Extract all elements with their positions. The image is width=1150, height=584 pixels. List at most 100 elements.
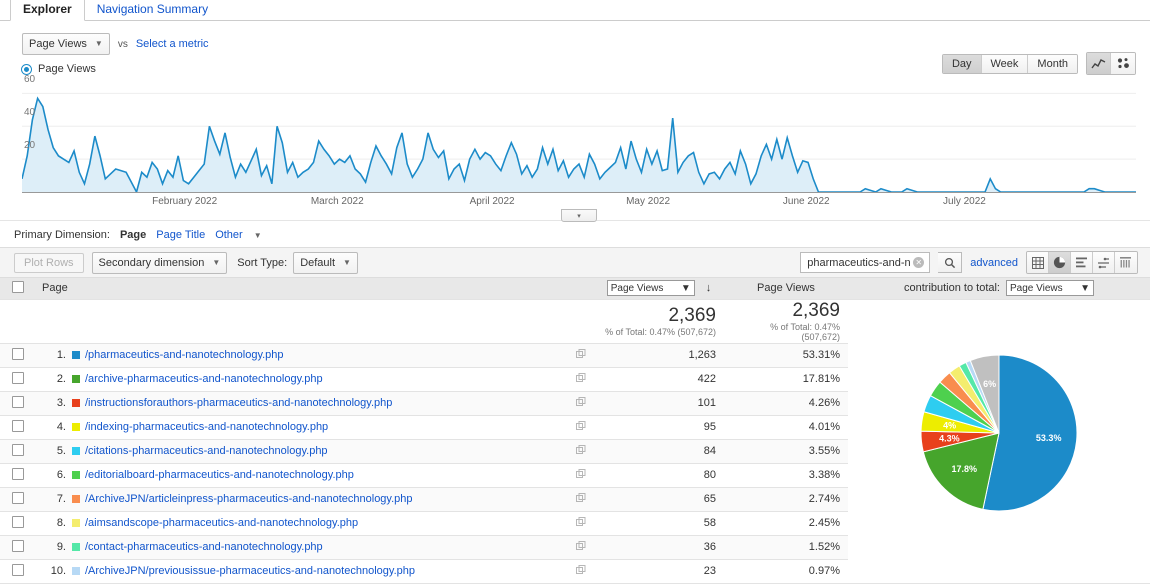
primary-dimension-label: Primary Dimension: [14,229,110,241]
row-index: 6. [44,469,66,481]
primary-dimension-other-label: Other [215,229,243,241]
row-metric-cell: 23 [594,559,724,583]
row-page-cell: 4./indexing-pharmaceutics-and-nanotechno… [36,415,594,439]
pie-slice-label: 4.3% [939,433,960,443]
x-tick-feb: February 2022 [152,196,217,207]
open-in-new-icon[interactable] [576,349,586,362]
row-page-cell: 1./pharmaceutics-and-nanotechnology.php [36,343,594,367]
row-checkbox[interactable] [12,420,24,432]
row-checkbox[interactable] [12,540,24,552]
timeline-x-axis: February 2022 March 2022 April 2022 May … [22,192,1136,212]
row-page-link[interactable]: /indexing-pharmaceutics-and-nanotechnolo… [85,421,328,433]
column-header-contribution: contribution to total: Page Views ▼ [848,278,1150,299]
vs-label: vs [118,39,128,50]
totals-page-cell [36,299,594,343]
sort-type-select[interactable]: Default ▼ [293,252,358,274]
row-checkbox[interactable] [12,492,24,504]
open-in-new-icon[interactable] [576,373,586,386]
row-page-link[interactable]: /contact-pharmaceutics-and-nanotechnolog… [85,541,323,553]
column-header-page[interactable]: Page [36,278,594,299]
secondary-dimension-select[interactable]: Secondary dimension ▼ [92,252,228,274]
select-a-metric-link[interactable]: Select a metric [136,38,209,50]
row-metric-cell: 65 [594,487,724,511]
row-pct-cell: 1.52% [724,535,848,559]
performance-view-icon[interactable] [1071,252,1093,273]
row-page-link[interactable]: /archive-pharmaceutics-and-nanotechnolog… [85,373,323,385]
row-checkbox-cell [0,511,36,535]
sort-type-label: Sort Type: [237,257,287,269]
row-metric-cell: 1,263 [594,343,724,367]
plot-rows-button[interactable]: Plot Rows [14,253,84,273]
pages-table-head: Page Page Views ▼ ↓ Page Views contribut… [0,278,1150,299]
open-in-new-icon[interactable] [576,493,586,506]
row-page-link[interactable]: /pharmaceutics-and-nanotechnology.php [85,349,284,361]
open-in-new-icon[interactable] [576,541,586,554]
row-checkbox[interactable] [12,372,24,384]
pivot-view-icon[interactable] [1115,252,1137,273]
row-color-swatch [72,375,80,383]
legend-label-page-views: Page Views [38,63,96,75]
pages-table-body: 2,369 % of Total: 0.47% (507,672) 2,369 … [0,299,1150,583]
row-pct-cell: 3.38% [724,463,848,487]
granularity-week[interactable]: Week [982,55,1029,73]
row-index: 8. [44,517,66,529]
row-pct-cell: 4.01% [724,415,848,439]
tab-navigation-summary[interactable]: Navigation Summary [85,0,220,20]
row-checkbox-cell [0,535,36,559]
secondary-dimension-label: Secondary dimension [99,257,205,269]
advanced-link[interactable]: advanced [970,257,1018,269]
row-pct-cell: 2.74% [724,487,848,511]
open-in-new-icon[interactable] [576,517,586,530]
row-checkbox-cell [0,391,36,415]
motion-chart-icon[interactable] [1111,53,1135,74]
row-page-link[interactable]: /editorialboard-pharmaceutics-and-nanote… [85,469,354,481]
column-header-page-views[interactable]: Page Views [724,278,848,299]
row-checkbox[interactable] [12,468,24,480]
clear-search-icon[interactable]: ✕ [913,257,924,268]
open-in-new-icon[interactable] [576,421,586,434]
line-chart-icon[interactable] [1087,53,1111,74]
metric-column-select[interactable]: Page Views ▼ [607,280,695,296]
row-metric-cell: 84 [594,439,724,463]
row-page-link[interactable]: /aimsandscope-pharmaceutics-and-nanotech… [85,517,358,529]
contribution-select[interactable]: Page Views ▼ [1006,280,1094,296]
timeline-chart-svg [22,77,1136,192]
row-checkbox[interactable] [12,564,24,576]
primary-dimension-other[interactable]: Other ▼ [215,229,262,241]
pie-view-icon[interactable] [1049,252,1071,273]
granularity-day[interactable]: Day [943,55,982,73]
primary-dimension-page[interactable]: Page [120,229,146,241]
search-input[interactable] [805,256,913,270]
comparison-view-icon[interactable] [1093,252,1115,273]
row-checkbox[interactable] [12,444,24,456]
select-all-checkbox[interactable] [12,281,24,293]
row-page-link[interactable]: /ArchiveJPN/articleinpress-pharmaceutics… [85,493,413,505]
sort-descending-icon[interactable]: ↓ [706,282,712,294]
open-in-new-icon[interactable] [576,565,586,578]
open-in-new-icon[interactable] [576,469,586,482]
row-checkbox[interactable] [12,516,24,528]
table-view-icon[interactable] [1027,252,1049,273]
row-page-link[interactable]: /instructionsforauthors-pharmaceutics-an… [85,397,392,409]
contribution-pie-chart[interactable]: 53.3%17.8%4.3%4%6% [879,335,1119,545]
row-page-link[interactable]: /ArchiveJPN/previousissue-pharmaceutics-… [85,565,415,577]
row-checkbox[interactable] [12,396,24,408]
row-page-link[interactable]: /citations-pharmaceutics-and-nanotechnol… [85,445,328,457]
tab-explorer[interactable]: Explorer [10,0,85,21]
row-checkbox-cell [0,343,36,367]
totals-metric-value: 2,369 [602,306,716,326]
chart-collapse-handle[interactable]: ▾ [561,209,597,222]
chart-type-selector [1086,52,1136,75]
row-page-cell: 3./instructionsforauthors-pharmaceutics-… [36,391,594,415]
primary-dimension-page-title[interactable]: Page Title [156,229,205,241]
granularity-month[interactable]: Month [1028,55,1077,73]
search-field-wrap[interactable]: ✕ [800,252,930,273]
row-checkbox[interactable] [12,348,24,360]
search-button[interactable] [938,252,962,273]
pie-slice-label: 53.3% [1036,433,1062,443]
row-index: 7. [44,493,66,505]
open-in-new-icon[interactable] [576,397,586,410]
primary-metric-select[interactable]: Page Views ▼ [22,33,110,55]
open-in-new-icon[interactable] [576,445,586,458]
timeline-chart[interactable]: 60 40 20 [22,77,1136,192]
